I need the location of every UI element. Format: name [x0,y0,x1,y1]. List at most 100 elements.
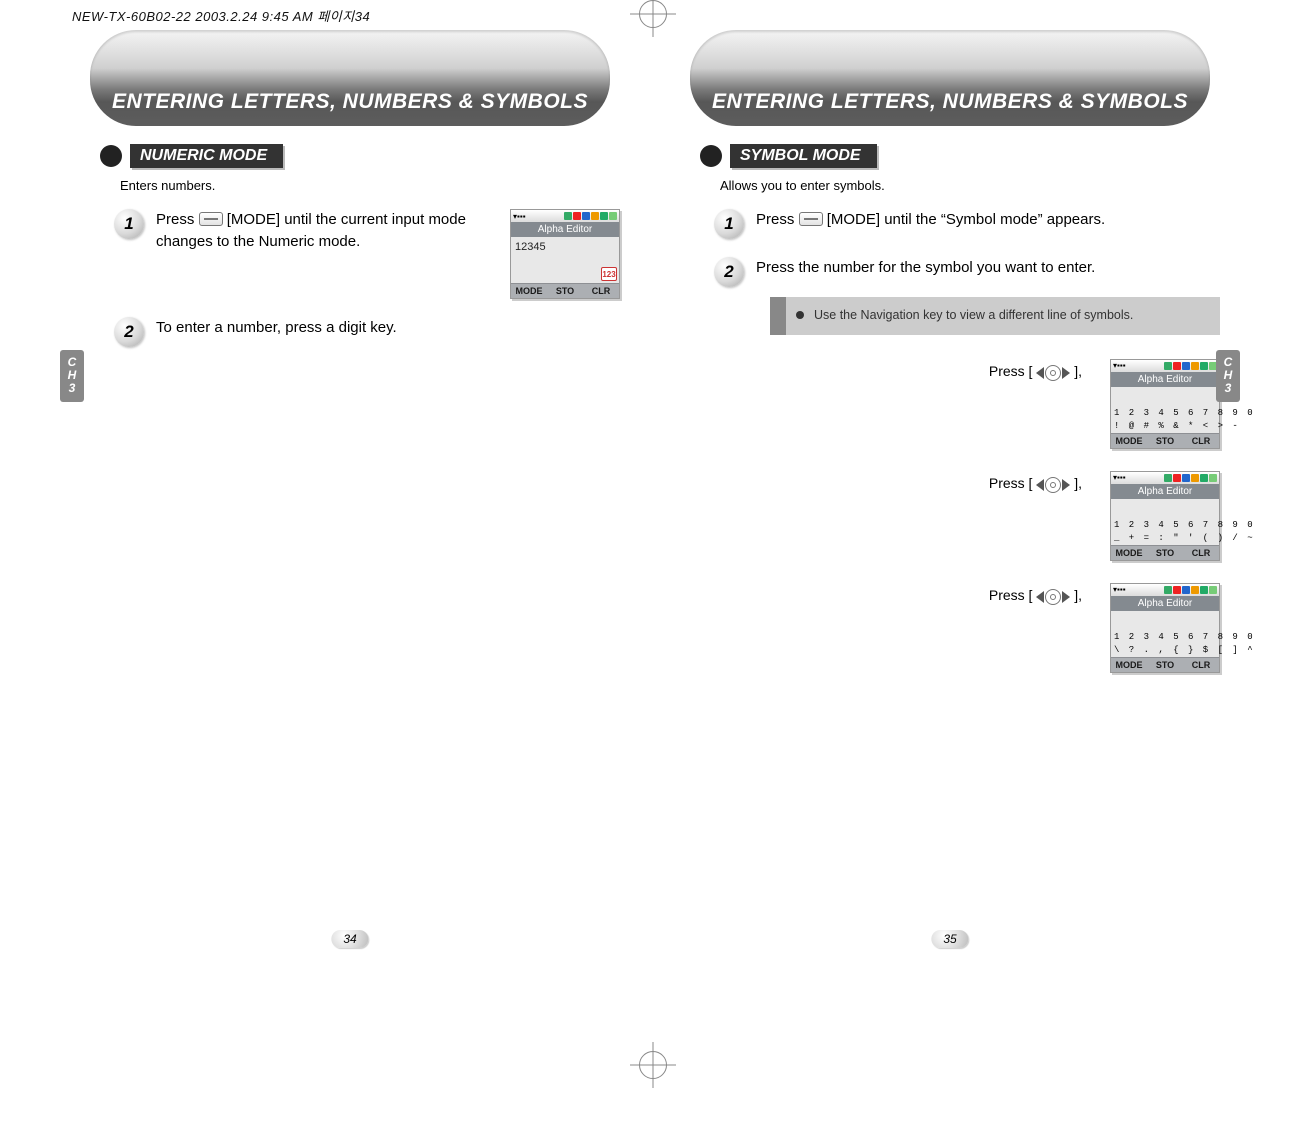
softkey-mode: MODE [511,283,547,298]
step-text: Press [MODE] until the “Symbol mode” app… [756,209,1220,231]
press-close: ], [1074,475,1082,491]
chapter-tab-right: C H 3 [1216,350,1240,402]
signal-icon: ▾▪▪▪ [1113,585,1126,594]
status-icons [564,212,617,220]
right-step-1: 1 Press [MODE] until the “Symbol mode” a… [714,209,1220,239]
status-dot [564,212,572,220]
symbol-value-row: ! @ # % & * < > - [1111,420,1219,433]
banner-title-right: ENTERING LETTERS, NUMBERS & SYMBOLS [690,90,1210,114]
page-number-right: 35 [931,930,968,948]
crop-mark-top [639,0,667,28]
status-dot [600,212,608,220]
phone-body: 12345 123 [511,237,619,283]
status-dot [591,212,599,220]
tip-bullet-icon [796,311,804,319]
phone-softkeys: MODE STO CLR [511,283,619,298]
status-dot [573,212,581,220]
status-icons [1164,474,1217,482]
battery-icon [609,212,617,220]
step-number: 1 [714,209,744,239]
symbol-row-1: Press [ ], ▾▪▪▪ Alpha Editor 1 2 3 4 5 6… [660,359,1220,449]
step-number: 2 [114,317,144,347]
phone-title: Alpha Editor [1111,372,1219,387]
signal-icon: ▾▪▪▪ [1113,361,1126,370]
step1-text-a: Press [156,211,199,228]
section-label-symbol: SYMBOL MODE [730,144,877,168]
navigation-key-icon [1036,589,1070,605]
phone-body [1111,499,1219,519]
section-subtitle-numeric: Enters numbers. [120,178,640,193]
softkey-sto: STO [1147,657,1183,672]
phone-statusbar: ▾▪▪▪ [1111,584,1219,596]
section-label-numeric: NUMERIC MODE [130,144,283,168]
symbol-value-row: _ + = : " ' ( ) / ~ [1111,532,1219,545]
page-right: ENTERING LETTERS, NUMBERS & SYMBOLS SYMB… [660,30,1240,970]
symbol-index-row: 1 2 3 4 5 6 7 8 9 0 [1111,519,1219,532]
tip-box: Use the Navigation key to view a differe… [770,297,1220,335]
step-text: Press [MODE] until the current input mod… [156,209,498,253]
phone-body [1111,611,1219,631]
status-icons [1164,586,1217,594]
section-head-numeric: NUMERIC MODE [100,144,640,168]
press-close: ], [1074,587,1082,603]
phone-statusbar: ▾▪▪▪ [511,210,619,222]
status-icons [1164,362,1217,370]
softkey-sto: STO [1147,433,1183,448]
softkey-sto: STO [547,283,583,298]
phone-display-symbol-2: ▾▪▪▪ Alpha Editor 1 2 3 4 5 6 7 8 9 0 _ … [1110,471,1220,561]
phone-softkeys: MODE STO CLR [1111,545,1219,560]
softkey-mode: MODE [1111,657,1147,672]
signal-icon: ▾▪▪▪ [1113,473,1126,482]
softkey-mode: MODE [1111,545,1147,560]
symbol-index-row: 1 2 3 4 5 6 7 8 9 0 [1111,407,1219,420]
crop-mark-bottom [639,1051,667,1079]
press-label: Press [ ], [989,359,1082,381]
page-left: ENTERING LETTERS, NUMBERS & SYMBOLS NUME… [60,30,640,970]
symbol-row-2: Press [ ], ▾▪▪▪ Alpha Editor 1 2 3 4 5 6… [660,471,1220,561]
right-step-2: 2 Press the number for the symbol you wa… [714,257,1220,287]
ch-tab-n: 3 [1216,382,1240,395]
r-step1-text-a: Press [756,211,799,228]
signal-icon: ▾▪▪▪ [513,212,526,221]
press-open: Press [ [989,363,1033,379]
press-open: Press [ [989,587,1033,603]
page-number-left: 34 [331,930,368,948]
press-label: Press [ ], [989,471,1082,493]
tip-text: Use the Navigation key to view a differe… [814,307,1133,325]
banner-right: ENTERING LETTERS, NUMBERS & SYMBOLS [690,30,1210,126]
softkey-icon [199,212,223,226]
phone-softkeys: MODE STO CLR [1111,657,1219,672]
phone-title: Alpha Editor [1111,596,1219,611]
step-number: 2 [714,257,744,287]
left-step-2: 2 To enter a number, press a digit key. [114,317,620,347]
step-text: To enter a number, press a digit key. [156,317,620,339]
status-dot [582,212,590,220]
phone-display-symbol-3: ▾▪▪▪ Alpha Editor 1 2 3 4 5 6 7 8 9 0 \ … [1110,583,1220,673]
symbol-value-row: \ ? . , { } $ [ ] ^ [1111,644,1219,657]
step-number: 1 [114,209,144,239]
phone-statusbar: ▾▪▪▪ [1111,472,1219,484]
phone-title: Alpha Editor [1111,484,1219,499]
press-open: Press [ [989,475,1033,491]
print-header: NEW-TX-60B02-22 2003.2.24 9:45 AM 페이지34 [72,6,370,25]
softkey-clr: CLR [1183,545,1219,560]
navigation-key-icon [1036,365,1070,381]
softkey-clr: CLR [583,283,619,298]
phone-softkeys: MODE STO CLR [1111,433,1219,448]
banner-title-left: ENTERING LETTERS, NUMBERS & SYMBOLS [90,90,610,114]
press-label: Press [ ], [989,583,1082,605]
phone-body [1111,387,1219,407]
chapter-tab-left: C H 3 [60,350,84,402]
navigation-key-icon [1036,477,1070,493]
softkey-mode: MODE [1111,433,1147,448]
mode-indicator-icon: 123 [601,267,617,281]
softkey-sto: STO [1147,545,1183,560]
symbol-index-row: 1 2 3 4 5 6 7 8 9 0 [1111,631,1219,644]
phone-display-numeric: ▾▪▪▪ Alpha Editor 12345 123 MODE STO CLR [510,209,620,299]
section-bullet [100,145,122,167]
press-close: ], [1074,363,1082,379]
softkey-icon [799,212,823,226]
phone-display-symbol-1: ▾▪▪▪ Alpha Editor 1 2 3 4 5 6 7 8 9 0 ! … [1110,359,1220,449]
softkey-clr: CLR [1183,433,1219,448]
symbol-row-3: Press [ ], ▾▪▪▪ Alpha Editor 1 2 3 4 5 6… [660,583,1220,673]
